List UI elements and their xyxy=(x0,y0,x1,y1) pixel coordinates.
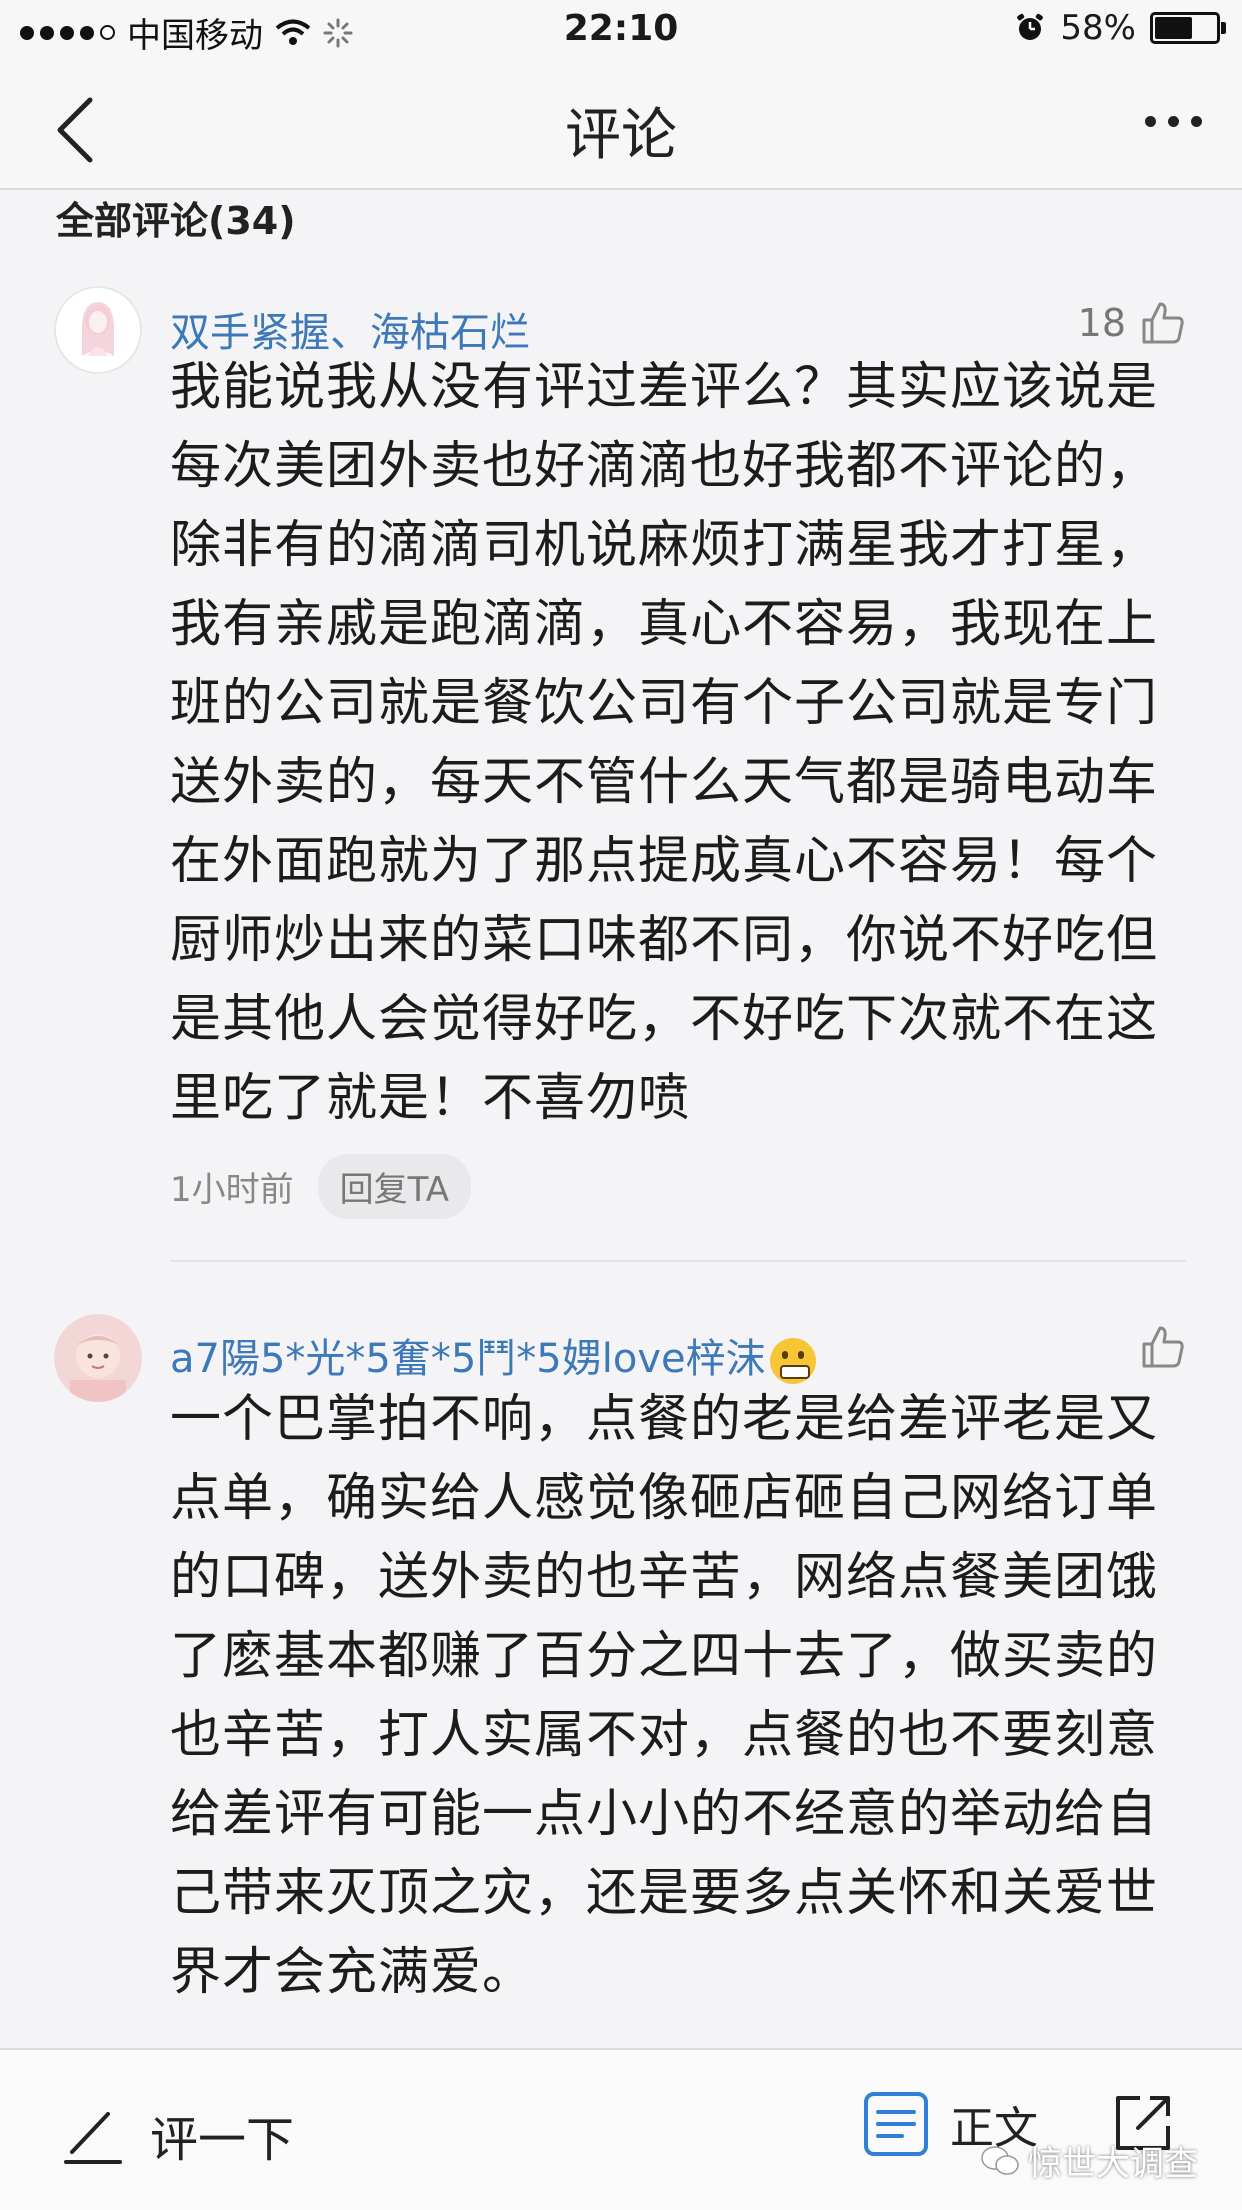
comment-username[interactable]: a7陽5*光*5奮*5鬥*5娚love梓沫 xyxy=(170,1326,816,1384)
grimacing-emoji-icon xyxy=(769,1338,816,1384)
avatar[interactable] xyxy=(54,286,142,374)
bottom-toolbar: 评一下 正文 惊世大调查 xyxy=(0,2048,1242,2210)
battery-percent: 58% xyxy=(1060,8,1136,48)
wechat-icon xyxy=(981,2145,1019,2175)
like-button[interactable]: 18 xyxy=(1078,300,1186,346)
comment-time: 1小时前 xyxy=(170,1170,294,1210)
more-icon[interactable] xyxy=(1145,116,1202,127)
write-comment-button[interactable]: 评一下 xyxy=(62,2100,294,2170)
like-button[interactable] xyxy=(1140,1324,1186,1370)
avatar[interactable] xyxy=(54,1314,142,1402)
battery-icon xyxy=(1150,12,1226,44)
status-right: 58% xyxy=(1014,8,1226,48)
nav-bar: 评论 xyxy=(0,64,1242,190)
document-icon xyxy=(864,2092,928,2156)
alarm-icon xyxy=(1017,13,1044,40)
section-title: 全部评论(34) xyxy=(56,199,296,243)
reply-button[interactable]: 回复TA xyxy=(317,1154,472,1219)
thumbs-up-icon xyxy=(1142,1326,1184,1368)
comment-text: 我能说我从没有评过差评么？其实应该说是 每次美团外卖也好滴滴也好我都不评论的， … xyxy=(170,358,1159,1128)
watermark-text: 惊世大调查 xyxy=(1028,2144,1198,2184)
comment-meta: 1小时前 回复TA xyxy=(170,1154,472,1219)
comments-list[interactable]: 全部评论(34) 双手紧握、海枯石烂 18 我能说我从没有评过差评么？其实应该说… xyxy=(0,190,1242,2048)
like-count: 18 xyxy=(1077,301,1126,345)
write-comment-label: 评一下 xyxy=(150,2112,295,2168)
watermark: 惊世大调查 xyxy=(980,2136,1198,2185)
comment-text: 一个巴掌拍不响，点餐的老是给差评老是又 点单，确实给人感觉像砸店砸自己网络订单 … xyxy=(170,1390,1159,2002)
thumbs-up-icon xyxy=(1142,302,1184,344)
pen-icon xyxy=(64,2112,122,2164)
divider xyxy=(170,1260,1186,1262)
page-title: 评论 xyxy=(565,103,677,168)
status-bar: 中国移动 22:10 58% xyxy=(0,0,1242,64)
